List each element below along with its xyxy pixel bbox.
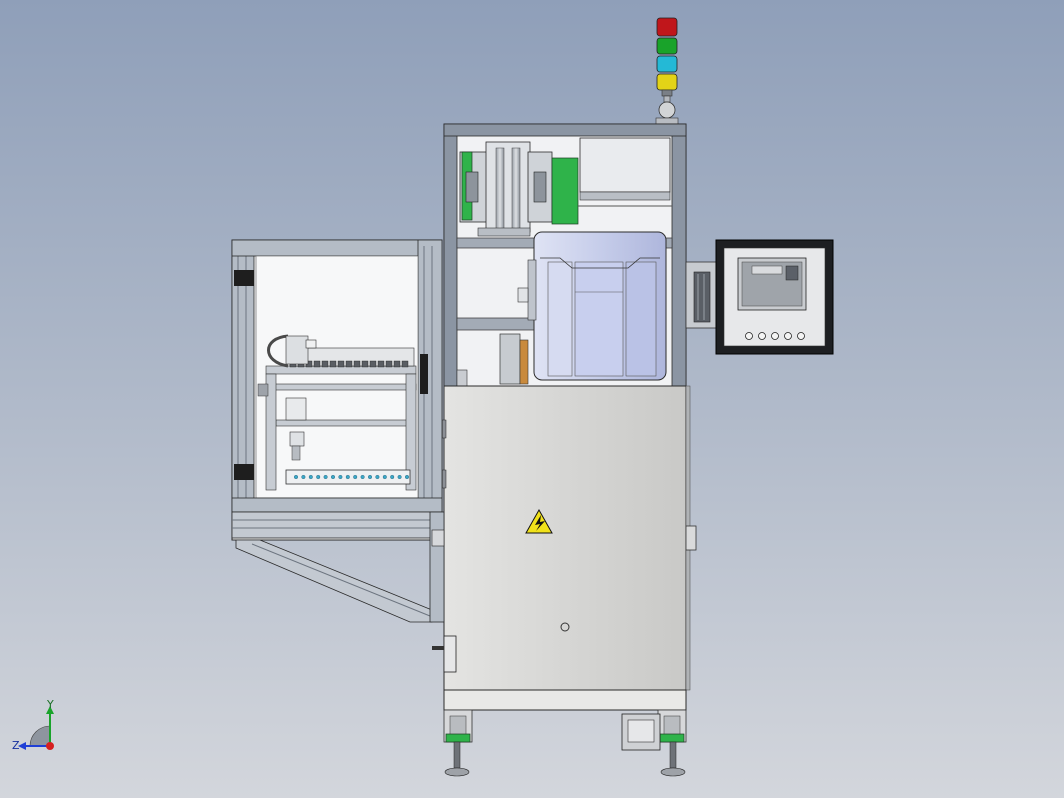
foot-pad-right (659, 733, 685, 743)
door-hinge-bottom[interactable] (234, 464, 254, 480)
machine-feet (443, 709, 687, 777)
hmi-button[interactable] (784, 332, 792, 340)
cable-chain-link (385, 360, 393, 368)
tray-pocket (331, 475, 336, 480)
cable-chain-link (321, 360, 329, 368)
door-hinge-top[interactable] (234, 270, 254, 286)
tray-pocket (308, 475, 313, 480)
signal-light-red (656, 17, 678, 37)
tray-pocket (338, 475, 343, 480)
cable-chain-link (329, 360, 337, 368)
tray-pocket (360, 475, 365, 480)
frame-post-left (443, 123, 458, 387)
tray-pocket (375, 475, 380, 480)
z-axis-label: Z (12, 739, 20, 752)
tray-pocket (345, 475, 350, 480)
frame-post-right (671, 123, 687, 387)
cable-chain-link (361, 360, 369, 368)
electrical-cabinet (432, 385, 697, 711)
coordinate-triad: Y Z (12, 698, 54, 752)
signal-tower-mount (658, 101, 676, 119)
cable-chain-link (353, 360, 361, 368)
frame-top-beam (443, 123, 687, 137)
tray-pocket (301, 475, 306, 480)
signal-light-cyan (656, 55, 678, 73)
hmi-button[interactable] (797, 332, 805, 340)
foot-pad-left (445, 733, 471, 743)
cable-chain-link (345, 360, 353, 368)
tray-pocket (390, 475, 395, 480)
cad-viewport[interactable]: Y Z (0, 0, 1064, 798)
guide-rail-right (551, 157, 579, 225)
main-switch[interactable] (443, 635, 457, 673)
cable-chain-link (313, 360, 321, 368)
cable-chain-link (337, 360, 345, 368)
cable-chain-link (401, 360, 409, 368)
tray-pocket (368, 475, 373, 480)
cable-chain-link (377, 360, 385, 368)
tray-pocket (316, 475, 321, 480)
hmi-button[interactable] (771, 332, 779, 340)
signal-light-yellow (656, 73, 678, 91)
hmi-button[interactable] (758, 332, 766, 340)
cable-chain-link (369, 360, 377, 368)
tray-pocket (382, 475, 387, 480)
y-axis-label: Y (46, 698, 54, 711)
protective-cover (517, 231, 667, 381)
signal-light-green (656, 37, 678, 55)
tray-pocket (397, 475, 402, 480)
tray-pocket (405, 475, 410, 480)
hmi-button[interactable] (745, 332, 753, 340)
tray-pocket (353, 475, 358, 480)
x-axis-dot (46, 742, 54, 750)
tray-pocket (323, 475, 328, 480)
door-handle[interactable] (420, 354, 428, 394)
signal-tower (655, 17, 679, 125)
tray-pocket (294, 475, 299, 480)
cable-chain-link (393, 360, 401, 368)
hmi-panel (685, 239, 834, 355)
